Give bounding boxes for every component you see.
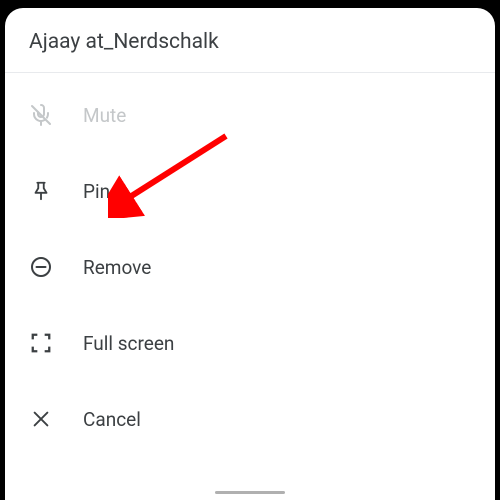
mic-off-icon (29, 103, 53, 127)
menu-item-label: Pin (83, 180, 110, 203)
menu-item-label: Remove (83, 256, 151, 279)
pin-icon (29, 179, 53, 203)
menu-item-label: Mute (83, 104, 126, 127)
drag-handle[interactable] (215, 491, 285, 494)
menu-item-fullscreen[interactable]: Full screen (5, 305, 495, 381)
menu-item-mute: Mute (5, 77, 495, 153)
menu-item-pin[interactable]: Pin (5, 153, 495, 229)
remove-icon (29, 255, 53, 279)
close-icon (29, 407, 53, 431)
menu-item-cancel[interactable]: Cancel (5, 381, 495, 457)
menu-item-label: Full screen (83, 332, 174, 355)
sheet-title: Ajaay at_Nerdschalk (5, 8, 495, 72)
action-sheet: Ajaay at_Nerdschalk Mute (5, 8, 495, 500)
fullscreen-icon (29, 331, 53, 355)
menu-item-label: Cancel (83, 408, 141, 431)
menu-list: Mute Pin Remove (5, 73, 495, 500)
menu-item-remove[interactable]: Remove (5, 229, 495, 305)
